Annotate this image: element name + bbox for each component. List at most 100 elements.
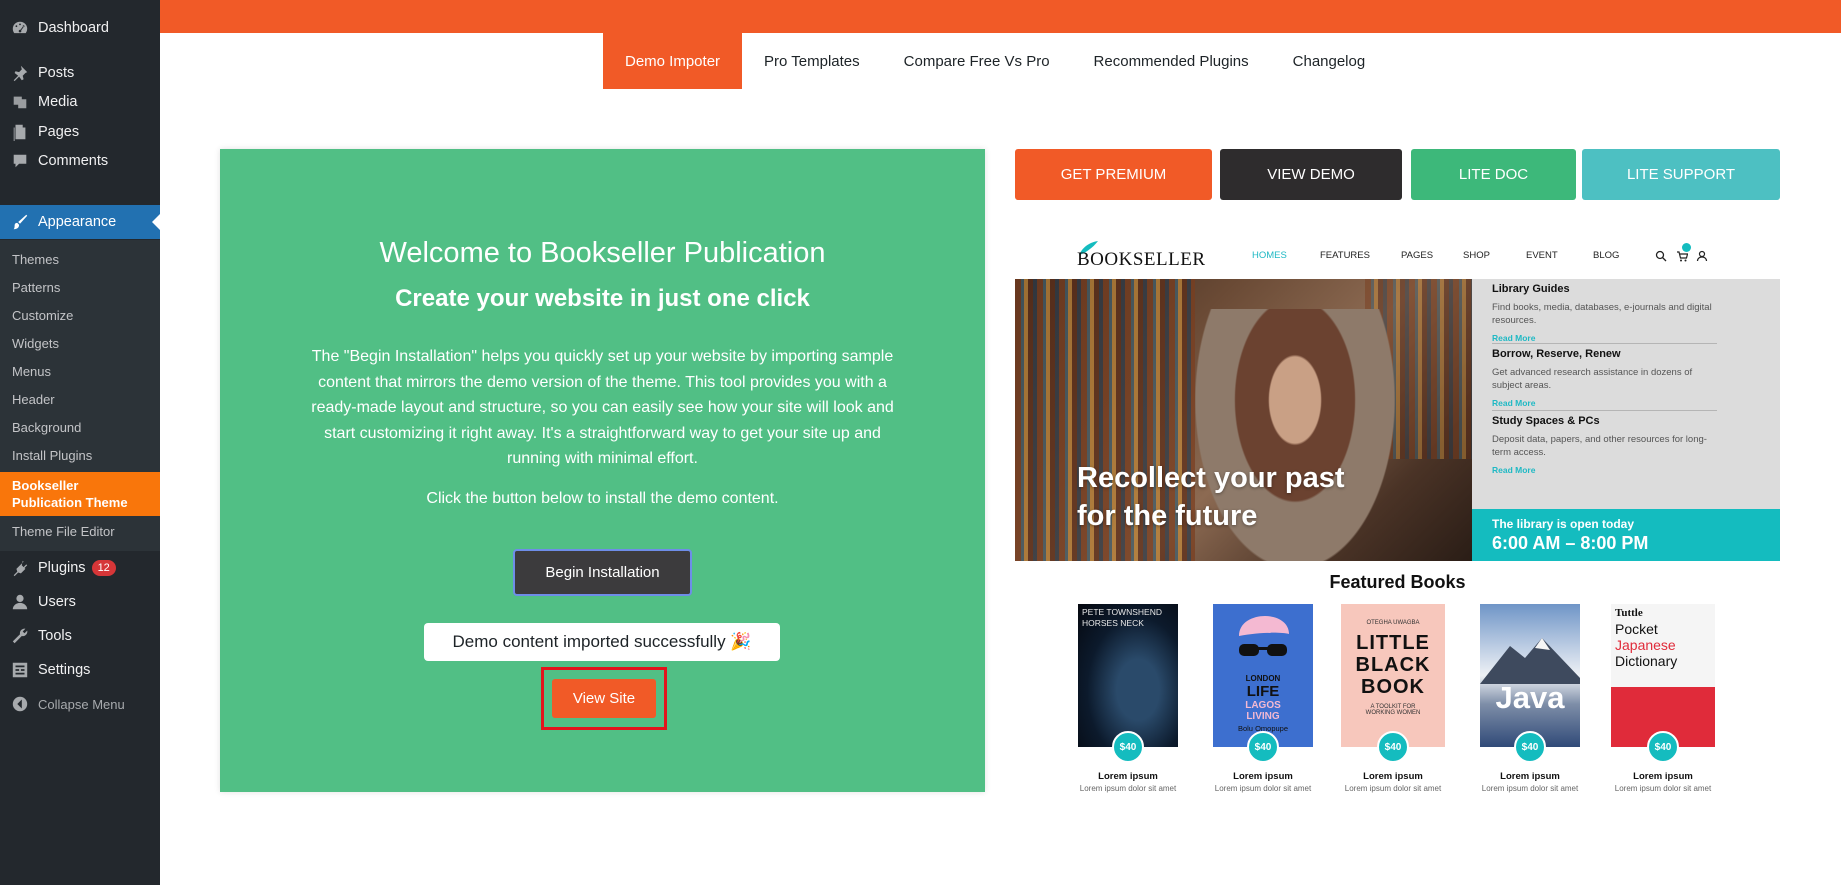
import-success-message: Demo content imported successfully 🎉 [424,623,780,661]
theme-tabs: Demo Impoter Pro Templates Compare Free … [603,33,1387,89]
menu-settings[interactable]: Settings [0,653,160,687]
user-icon [10,592,30,612]
service-read-more: Read More [1492,333,1536,343]
service-text: Find books, media, databases, e-journals… [1492,302,1712,326]
get-premium-button[interactable]: GET PREMIUM [1015,149,1212,200]
collapse-icon [10,694,30,714]
comment-icon [10,151,30,171]
view-site-highlight: View Site [541,667,667,730]
welcome-title: Welcome to Bookseller Publication [379,237,826,269]
divider [1492,343,1717,344]
book-card: PETE TOWNSHEND HORSES NECK $40 Lorem ips… [1078,604,1178,793]
cap-sunglasses-illustration [1239,616,1289,656]
opening-hours-label: The library is open today [1492,517,1635,531]
cover-title: LITTLE [1356,632,1430,654]
plugin-icon [10,558,30,578]
wrench-icon [10,626,30,646]
submenu-patterns[interactable]: Patterns [12,280,60,295]
book-card: Tuttle Pocket Japanese Dictionary $40 Lo… [1611,604,1715,793]
cover-title: HORSES NECK [1082,618,1144,628]
search-icon [1655,250,1667,262]
service-title: Library Guides [1492,283,1570,295]
submenu-widgets[interactable]: Widgets [12,336,59,351]
preview-nav-shop: SHOP [1463,250,1490,261]
hero-line-1: Recollect your past [1077,462,1345,494]
mountain-illustration [1480,638,1580,684]
menu-label: Posts [38,65,75,81]
tab-demo-importer[interactable]: Demo Impoter [603,33,743,89]
cover-title: Java [1495,680,1565,715]
book-price: $40 [1647,731,1679,763]
book-name: Lorem ipsum [1633,771,1693,782]
menu-label: Appearance [38,214,117,230]
menu-appearance[interactable]: Appearance [0,205,160,239]
menu-tools[interactable]: Tools [0,619,160,653]
submenu-header[interactable]: Header [12,392,55,407]
preview-nav-pages: PAGES [1401,250,1434,261]
cover-publisher: Tuttle [1615,607,1643,619]
menu-dashboard[interactable]: Dashboard [0,11,160,45]
cover-title: LIVING [1246,711,1280,722]
book-card: OTEGHA UWAGBA LITTLE BLACK BOOK A TOOLKI… [1341,604,1445,793]
opening-hours-value: 6:00 AM – 8:00 PM [1492,533,1649,553]
cover-title: Pocket [1615,621,1658,637]
submenu-themes[interactable]: Themes [12,252,59,267]
tab-changelog[interactable]: Changelog [1271,33,1388,89]
book-price: $40 [1247,731,1279,763]
book-cover: PETE TOWNSHEND HORSES NECK [1078,604,1178,747]
preview-nav-blog: BLOG [1593,250,1620,261]
submenu-bookseller-theme[interactable]: Bookseller Publication Theme [0,472,160,516]
submenu-theme-file-editor[interactable]: Theme File Editor [12,524,115,539]
cover-title: LONDON [1245,674,1281,683]
tab-pro-templates[interactable]: Pro Templates [742,33,882,89]
service-title: Borrow, Reserve, Renew [1492,348,1621,360]
menu-users[interactable]: Users [0,585,160,619]
preview-nav-features: FEATURES [1320,250,1370,261]
pages-icon [10,122,30,142]
lite-support-button[interactable]: LITE SUPPORT [1582,149,1780,200]
book-name: Lorem ipsum [1500,771,1560,782]
tab-compare[interactable]: Compare Free Vs Pro [882,33,1072,89]
menu-label: Media [38,94,78,110]
admin-sidebar: Dashboard Posts Media Pages Comments App… [0,0,160,885]
theme-page-topbar [160,0,1841,33]
preview-hero-image: Recollect your past for the future [1015,279,1472,561]
hero-line-2: for the future [1077,500,1258,532]
featured-books-title: Featured Books [1329,572,1466,592]
theme-preview-image: BOOKSELLER HOMES FEATURES PAGES SHOP EVE… [1015,228,1780,798]
update-count-badge: 12 [91,560,116,576]
cover-author: OTEGHA UWAGBA [1366,620,1420,626]
book-subtitle: Lorem ipsum dolor sit amet [1614,784,1712,793]
book-card: LONDON LIFE LAGOS LIVING Bolu Omopupe $4… [1213,604,1313,793]
service-read-more: Read More [1492,398,1536,408]
welcome-description: The "Begin Installation" helps you quick… [311,348,894,467]
tab-recommended-plugins[interactable]: Recommended Plugins [1072,33,1271,89]
submenu-menus[interactable]: Menus [12,364,51,379]
menu-label: Users [38,594,76,610]
preview-services-panel: Library Guides Find books, media, databa… [1472,279,1780,509]
cover-title: PETE TOWNSHEND [1082,607,1162,617]
menu-media[interactable]: Media [0,85,160,119]
submenu-background[interactable]: Background [12,420,81,435]
settings-icon [10,660,30,680]
collapse-menu-button[interactable]: Collapse Menu [0,687,160,721]
cover-subtitle: A TOOLKIT FOR WORKING WOMEN [1365,704,1421,716]
menu-comments[interactable]: Comments [0,144,160,178]
menu-label: Collapse Menu [38,696,125,712]
cover-title: Japanese [1615,637,1676,653]
submenu-customize[interactable]: Customize [12,308,73,323]
menu-label: Settings [38,662,91,678]
book-price: $40 [1112,731,1144,763]
opening-hours-banner: The library is open today 6:00 AM – 8:00… [1472,509,1780,561]
cover-title: LAGOS [1245,700,1281,711]
book-cover: Tuttle Pocket Japanese Dictionary [1611,604,1715,747]
lite-doc-button[interactable]: LITE DOC [1411,149,1576,200]
view-demo-button[interactable]: VIEW DEMO [1220,149,1402,200]
book-subtitle: Lorem ipsum dolor sit amet [1214,784,1312,793]
submenu-install-plugins[interactable]: Install Plugins [12,448,92,463]
view-site-button[interactable]: View Site [552,679,656,718]
book-cover: Java [1480,604,1580,747]
cart-count-badge [1682,243,1691,252]
menu-plugins[interactable]: Plugins 12 [0,551,160,585]
begin-installation-button[interactable]: Begin Installation [513,549,692,596]
